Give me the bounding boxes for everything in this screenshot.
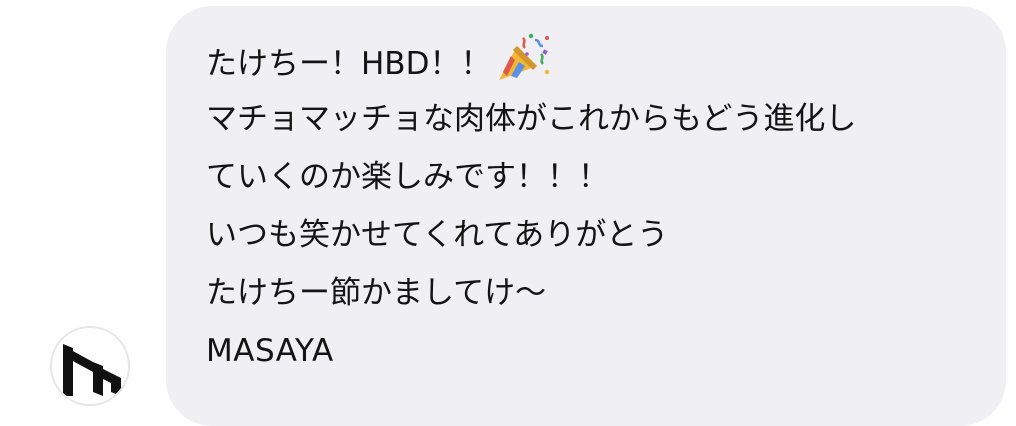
signature-text: MASAYA bbox=[206, 333, 334, 369]
message-text: たけちー！HBD！！ マチョマッチョな肉体がこれからもどう進化し ていくのか楽し… bbox=[206, 32, 856, 380]
message-line: たけちー！HBD！！ bbox=[206, 32, 856, 90]
message-line: いつも笑かせてくれてありがとう bbox=[206, 206, 856, 264]
message-line-text: たけちー節かましてけ～ bbox=[206, 275, 547, 311]
message-line-text: たけちー！HBD！！ bbox=[206, 46, 492, 82]
sender-avatar[interactable] bbox=[50, 326, 130, 406]
party-popper-icon bbox=[497, 32, 551, 82]
message-line-text: ていくのか楽しみです！！！ bbox=[206, 159, 609, 195]
message-line-text: マチョマッチョな肉体がこれからもどう進化し bbox=[206, 101, 857, 137]
message-line: ていくのか楽しみです！！！ bbox=[206, 148, 856, 206]
message-signature: MASAYA bbox=[206, 322, 856, 380]
message-line: マチョマッチョな肉体がこれからもどう進化し bbox=[206, 90, 856, 148]
message-line: たけちー節かましてけ～ bbox=[206, 264, 856, 322]
logo-icon bbox=[63, 344, 121, 396]
message-line-text: いつも笑かせてくれてありがとう bbox=[206, 217, 669, 253]
